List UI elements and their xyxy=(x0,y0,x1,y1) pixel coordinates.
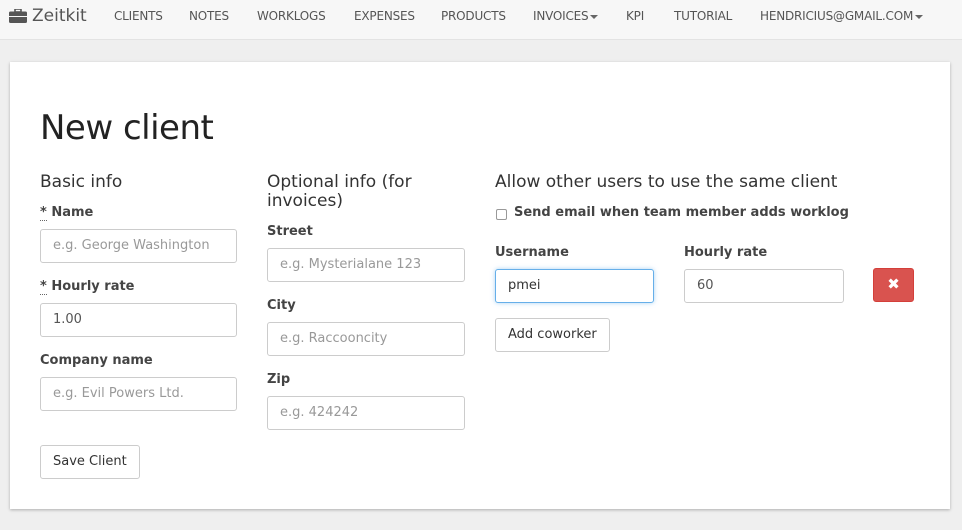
nav-expenses[interactable]: EXPENSES xyxy=(354,9,415,23)
name-label-text: Name xyxy=(51,205,94,220)
content-panel: New client Basic info * Name e.g. George… xyxy=(10,62,950,509)
nav-account-label: HENDRICIUS@GMAIL.COM xyxy=(760,9,914,23)
nav-invoices[interactable]: INVOICES xyxy=(533,9,599,23)
send-email-label[interactable]: Send email when team member adds worklog xyxy=(514,205,849,220)
navbar: Zeitkit CLIENTS NOTES WORKLOGS EXPENSES … xyxy=(0,0,962,40)
nav-invoices-label: INVOICES xyxy=(533,9,589,23)
nav-products[interactable]: PRODUCTS xyxy=(441,9,506,23)
caret-down-icon xyxy=(590,14,599,19)
required-mark: * xyxy=(40,279,47,295)
remove-coworker-button[interactable]: ✖ xyxy=(873,268,914,302)
brand-name: Zeitkit xyxy=(32,6,87,26)
sharing-heading: Allow other users to use the same client xyxy=(495,172,838,192)
briefcase-icon xyxy=(9,9,27,23)
zip-label: Zip xyxy=(267,372,291,387)
hourly-rate-label-text: Hourly rate xyxy=(51,279,135,294)
nav-tutorial[interactable]: TUTORIAL xyxy=(674,9,732,23)
hourly-rate-input[interactable]: 1.00 xyxy=(40,303,237,337)
username-label: Username xyxy=(495,245,569,260)
name-label: * Name xyxy=(40,205,94,221)
company-name-input[interactable]: e.g. Evil Powers Ltd. xyxy=(40,377,237,411)
nav-worklogs[interactable]: WORKLOGS xyxy=(257,9,326,23)
city-input[interactable]: e.g. Raccooncity xyxy=(267,322,465,356)
optional-info-heading: Optional info (for invoices) xyxy=(267,172,412,211)
send-email-checkbox[interactable] xyxy=(496,209,507,220)
nav-notes[interactable]: NOTES xyxy=(189,9,229,23)
add-coworker-button[interactable]: Add coworker xyxy=(495,318,610,352)
nav-kpi[interactable]: KPI xyxy=(626,9,644,23)
street-input[interactable]: e.g. Mysterialane 123 xyxy=(267,248,465,282)
required-mark: * xyxy=(40,205,47,221)
hourly-rate-label: * Hourly rate xyxy=(40,279,135,295)
name-input[interactable]: e.g. George Washington xyxy=(40,229,237,263)
nav-account[interactable]: HENDRICIUS@GMAIL.COM xyxy=(760,9,924,23)
coworker-rate-label: Hourly rate xyxy=(684,245,768,260)
city-label: City xyxy=(267,298,296,313)
basic-info-heading: Basic info xyxy=(40,172,123,192)
caret-down-icon xyxy=(915,14,924,19)
page-title: New client xyxy=(40,108,214,148)
username-input[interactable]: pmei xyxy=(495,269,654,303)
nav-clients[interactable]: CLIENTS xyxy=(114,9,163,23)
street-label: Street xyxy=(267,224,313,239)
company-name-label: Company name xyxy=(40,353,153,368)
zip-input[interactable]: e.g. 424242 xyxy=(267,396,465,430)
save-client-button[interactable]: Save Client xyxy=(40,445,140,479)
close-icon: ✖ xyxy=(887,275,900,293)
brand-link[interactable]: Zeitkit xyxy=(9,5,87,27)
coworker-rate-input[interactable]: 60 xyxy=(684,269,844,303)
